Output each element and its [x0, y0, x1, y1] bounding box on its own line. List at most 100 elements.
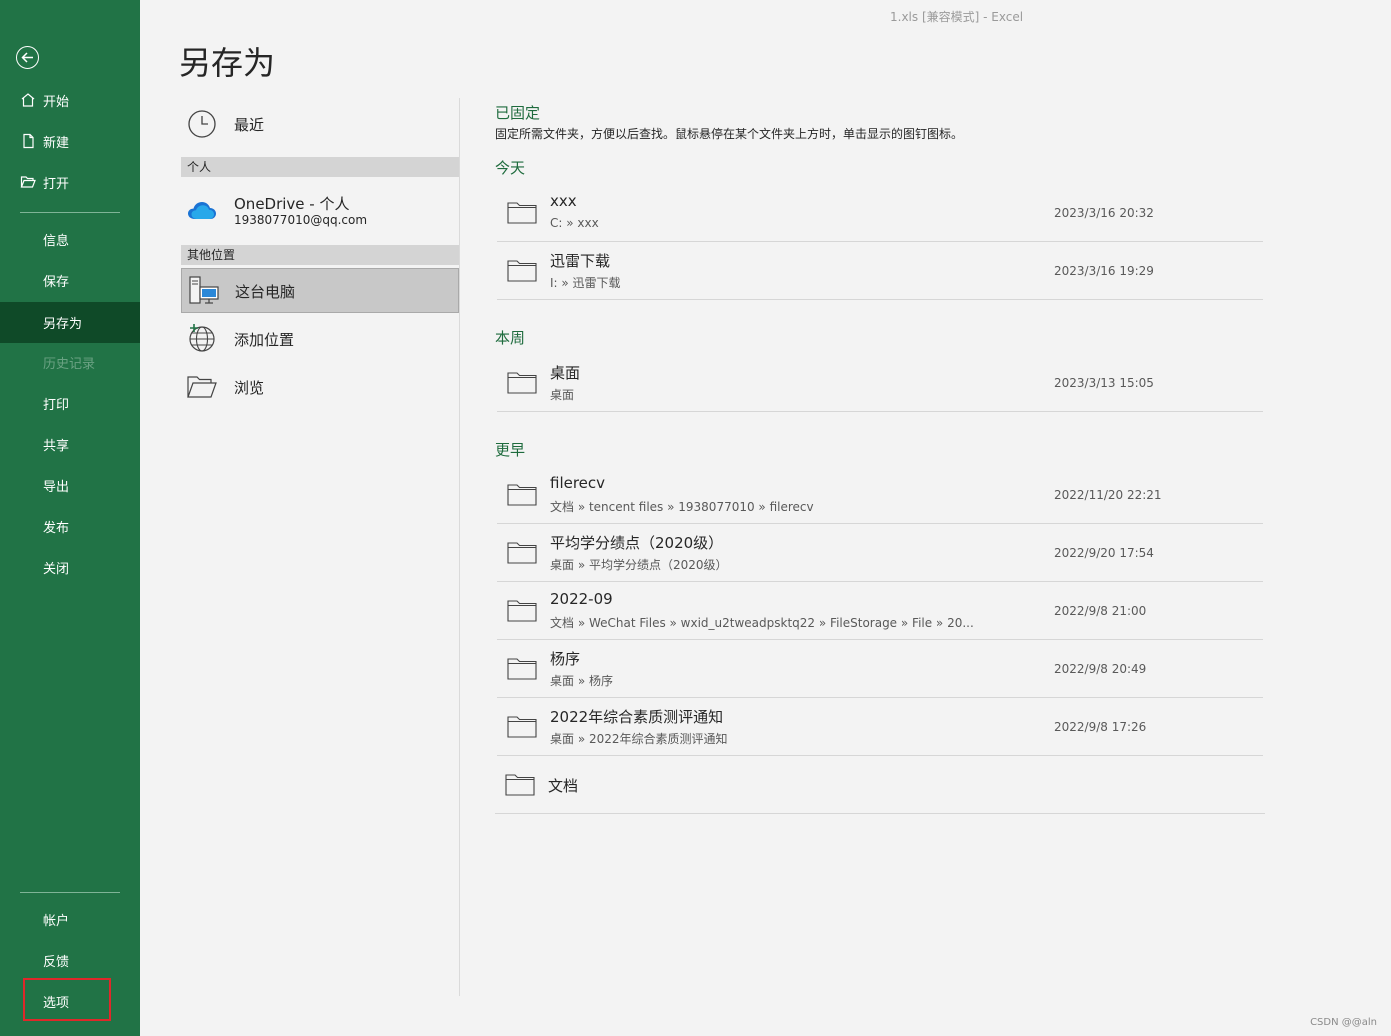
nav-print[interactable]: 打印 [0, 383, 140, 424]
nav-share-label: 共享 [43, 439, 70, 454]
folder-path: 桌面 » 杨序 [550, 674, 613, 688]
folder-date: 2022/9/20 17:54 [1054, 546, 1154, 560]
nav-save-label: 保存 [43, 275, 70, 290]
this-pc-icon [189, 276, 219, 304]
onedrive-name: OneDrive - 个人 [234, 195, 350, 213]
clock-icon [188, 110, 216, 138]
location-onedrive[interactable]: OneDrive - 个人 1938077010@qq.com [181, 183, 459, 237]
nav-account[interactable]: 帐户 [0, 899, 140, 940]
folder-name: 桌面 [550, 364, 581, 382]
nav-share[interactable]: 共享 [0, 424, 140, 465]
folder-icon [507, 542, 537, 564]
nav-account-label: 帐户 [43, 914, 70, 929]
nav-publish[interactable]: 发布 [0, 506, 140, 547]
location-browse-label: 浏览 [234, 379, 265, 397]
section-other-header: 其他位置 [181, 245, 459, 265]
folder-icon [507, 260, 537, 282]
new-document-icon [23, 133, 34, 149]
folder-icon [507, 484, 537, 506]
nav-export-label: 导出 [43, 480, 70, 495]
location-add-place-label: 添加位置 [234, 331, 295, 349]
folder-date: 2022/9/8 20:49 [1054, 662, 1147, 676]
folder-date: 2023/3/13 15:05 [1054, 376, 1154, 390]
nav-export[interactable]: 导出 [0, 465, 140, 506]
browse-folder-icon [187, 376, 217, 398]
nav-feedback-label: 反馈 [43, 955, 70, 970]
nav-open[interactable]: 打开 [0, 162, 140, 203]
nav-save-as[interactable]: 另存为 [0, 302, 140, 343]
folder-row[interactable]: 杨序 桌面 » 杨序 2022/9/8 20:49 [497, 640, 1263, 698]
window-title: 1.xls [兼容模式] - Excel [890, 10, 1024, 24]
folder-name: 2022年综合素质测评通知 [550, 708, 724, 726]
pinned-description: 固定所需文件夹，方便以后查找。鼠标悬停在某个文件夹上方时，单击显示的图钉图标。 [495, 127, 964, 141]
onedrive-email: 1938077010@qq.com [234, 213, 368, 227]
folder-date: 2023/3/16 19:29 [1054, 264, 1154, 278]
folder-path: I: » 迅雷下载 [550, 276, 621, 290]
folder-icon [507, 600, 537, 622]
nav-save[interactable]: 保存 [0, 260, 140, 301]
group-earlier-title: 更早 [495, 441, 526, 459]
location-recent[interactable]: 最近 [181, 102, 459, 146]
folder-icon [505, 774, 535, 796]
folder-date: 2022/11/20 22:21 [1054, 488, 1162, 502]
location-this-pc[interactable]: 这台电脑 [181, 268, 459, 313]
folder-date: 2022/9/8 21:00 [1054, 604, 1147, 618]
folder-path: C: » xxx [550, 216, 599, 230]
folder-name: 2022-09 [550, 590, 613, 608]
location-browse[interactable]: 浏览 [181, 366, 459, 408]
folder-name: filerecv [550, 474, 606, 492]
nav-new-label: 新建 [43, 136, 70, 151]
location-add-place[interactable]: 添加位置 [181, 318, 459, 360]
documents-folder-row[interactable]: 文档 [495, 756, 1265, 814]
nav-home[interactable]: 开始 [0, 80, 140, 121]
folder-row[interactable]: 2022-09 文档 » WeChat Files » wxid_u2twead… [497, 582, 1263, 640]
location-this-pc-label: 这台电脑 [235, 283, 296, 301]
nav-print-label: 打印 [43, 398, 70, 413]
folder-row[interactable]: 迅雷下载 I: » 迅雷下载 2023/3/16 19:29 [497, 242, 1263, 300]
nav-open-label: 打开 [43, 177, 70, 192]
folder-date: 2023/3/16 20:32 [1054, 206, 1154, 220]
folder-name: 平均学分绩点（2020级） [550, 534, 724, 552]
nav-history-label: 历史记录 [43, 357, 96, 372]
nav-close[interactable]: 关闭 [0, 547, 140, 588]
sidebar-divider [20, 212, 120, 213]
nav-close-label: 关闭 [43, 562, 70, 577]
folder-icon [507, 202, 537, 224]
group-today-title: 今天 [495, 159, 526, 177]
location-recent-label: 最近 [234, 116, 265, 134]
onedrive-cloud-icon [188, 202, 216, 219]
folder-name: 文档 [548, 777, 579, 795]
open-folder-icon [20, 176, 36, 188]
group-week-title: 本周 [495, 329, 526, 347]
nav-save-as-label: 另存为 [43, 317, 83, 332]
folder-icon [507, 716, 537, 738]
nav-info-label: 信息 [43, 234, 70, 249]
nav-feedback[interactable]: 反馈 [0, 940, 140, 981]
folder-row[interactable]: 桌面 桌面 2023/3/13 15:05 [497, 354, 1263, 412]
folder-path: 文档 » WeChat Files » wxid_u2tweadpsktq22 … [550, 616, 974, 630]
folder-icon [507, 372, 537, 394]
folder-path: 桌面 » 平均学分绩点（2020级） [550, 558, 728, 572]
section-personal-header: 个人 [181, 157, 459, 177]
folder-row[interactable]: filerecv 文档 » tencent files » 1938077010… [497, 466, 1263, 524]
back-arrow-icon[interactable] [16, 46, 39, 69]
watermark: CSDN @@aln [1310, 1017, 1377, 1028]
pinned-title: 已固定 [495, 104, 541, 122]
nav-home-label: 开始 [43, 95, 70, 110]
column-divider [459, 98, 460, 996]
folder-path: 桌面 [550, 388, 575, 402]
folder-name: 杨序 [550, 650, 581, 668]
home-icon [21, 93, 35, 107]
folder-row[interactable]: 平均学分绩点（2020级） 桌面 » 平均学分绩点（2020级） 2022/9/… [497, 524, 1263, 582]
folder-path: 桌面 » 2022年综合素质测评通知 [550, 732, 728, 746]
nav-new[interactable]: 新建 [0, 121, 140, 162]
folder-row[interactable]: xxx C: » xxx 2023/3/16 20:32 [497, 184, 1263, 242]
nav-info[interactable]: 信息 [0, 219, 140, 260]
add-place-globe-icon [189, 324, 215, 352]
folder-row[interactable]: 2022年综合素质测评通知 桌面 » 2022年综合素质测评通知 2022/9/… [497, 698, 1263, 756]
folder-name: 迅雷下载 [550, 252, 611, 270]
options-highlight-box [23, 978, 111, 1021]
folder-name: xxx [550, 192, 577, 210]
sidebar-divider [20, 892, 120, 893]
nav-publish-label: 发布 [43, 521, 70, 536]
